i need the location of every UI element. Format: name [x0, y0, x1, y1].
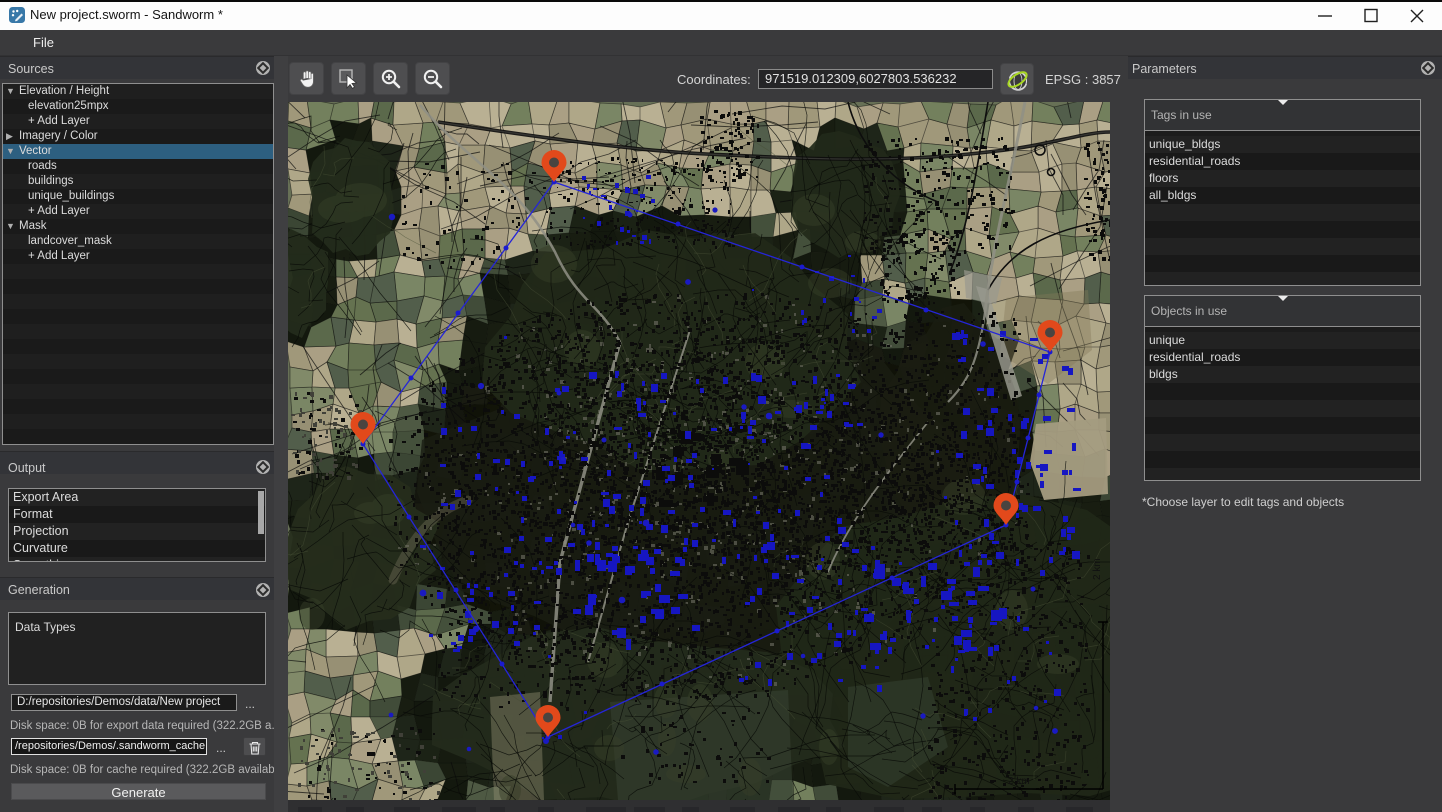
svg-text:2 km: 2 km: [1008, 776, 1030, 787]
svg-text:2 km: 2 km: [1092, 558, 1103, 580]
